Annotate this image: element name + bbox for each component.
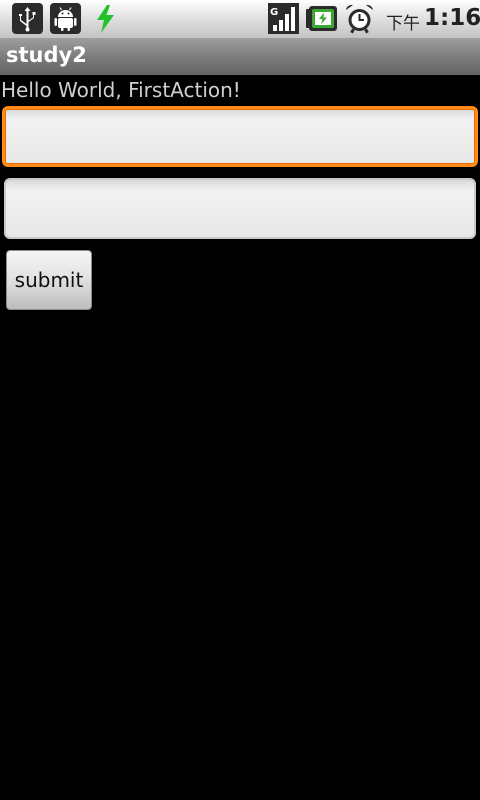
svg-text:G: G <box>270 7 278 18</box>
text-field-2[interactable] <box>6 180 474 237</box>
text-field-1[interactable] <box>5 109 475 164</box>
battery-icon <box>306 3 337 34</box>
app-screen: G 下午 1:16 study2 Hello World, FirstActio… <box>0 0 480 800</box>
text-field-1-container <box>2 106 478 167</box>
charging-icon <box>90 3 121 34</box>
submit-button[interactable]: submit <box>6 250 92 310</box>
clock-time: 1:16 <box>424 5 480 31</box>
hello-text: Hello World, FirstAction! <box>1 78 241 102</box>
android-debug-icon <box>50 3 81 34</box>
text-field-2-container <box>4 178 476 239</box>
status-bar: G 下午 1:16 <box>0 0 480 39</box>
app-title: study2 <box>6 43 87 67</box>
signal-strength-icon: G <box>268 3 299 34</box>
clock-ampm: 下午 <box>386 14 420 34</box>
title-bar: study2 <box>0 38 480 75</box>
usb-icon <box>12 3 43 34</box>
alarm-clock-icon <box>344 3 375 34</box>
